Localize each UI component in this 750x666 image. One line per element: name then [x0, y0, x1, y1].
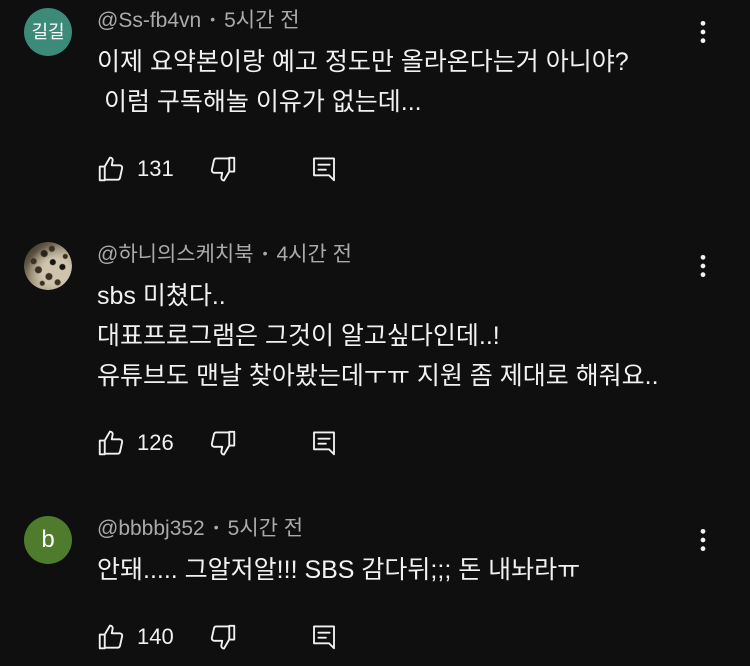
comment-text-line: sbs 미쳤다..	[97, 282, 226, 310]
comment-text-line: 이제 요약본이랑 예고 정도만 올라온다는거 아니야?	[97, 48, 629, 76]
more-options-button[interactable]	[690, 527, 716, 553]
like-button[interactable]	[96, 154, 126, 184]
comment-author[interactable]: @bbbbj352	[97, 517, 205, 540]
comment-author[interactable]: @Ss-fb4vn	[97, 9, 201, 32]
comment-header: @bbbbj352 • 5시간 전	[97, 508, 750, 550]
comment-list: 길길 @Ss-fb4vn • 5시간 전 이제 요약본이랑 예고 정도만 올라온다는…	[0, 0, 750, 666]
comment-text-line: 대표프로그램은 그것이 알고싶다인데..!	[97, 322, 500, 350]
more-vertical-icon	[700, 254, 706, 278]
page: { "colors": { "background": "#0f0f0f", "…	[0, 0, 750, 666]
comment-actions: 126	[97, 423, 697, 463]
comment-text-line: 이럼 구독해놀 이유가 없는데...	[97, 88, 422, 116]
more-options-button[interactable]	[690, 253, 716, 279]
comment-text-line: 유튜브도 맨날 찾아봤는데ㅜㅠ 지원 좀 제대로 해줘요..	[97, 362, 659, 390]
reply-button[interactable]	[309, 154, 339, 184]
thumbs-up-icon	[98, 624, 124, 650]
comment-time: 5시간 전	[227, 517, 304, 540]
comment: 길길 @Ss-fb4vn • 5시간 전 이제 요약본이랑 예고 정도만 올라온다는…	[0, 0, 750, 234]
avatar-initials: 길길	[31, 22, 65, 42]
avatar[interactable]: b	[24, 516, 72, 564]
avatar[interactable]: 길길	[24, 8, 72, 56]
dislike-button[interactable]	[208, 428, 238, 458]
thumbs-up-icon	[98, 156, 124, 182]
reply-icon	[313, 625, 335, 650]
like-count: 126	[137, 430, 174, 455]
comment-text: sbs 미쳤다.. 대표프로그램은 그것이 알고싶다인데..! 유튜브도 맨날 …	[97, 276, 697, 396]
comment: b @bbbbj352 • 5시간 전 안돼..... 그알저알!!! SBS 감다…	[0, 508, 750, 657]
comment-header: @Ss-fb4vn • 5시간 전	[97, 0, 750, 42]
comment-actions: 140	[97, 617, 697, 657]
reply-icon	[313, 431, 335, 456]
comment-text-line: 안돼..... 그알저알!!! SBS 감다뒤;;; 돈 내놔라ㅠ	[97, 556, 581, 584]
thumbs-down-icon	[210, 624, 236, 650]
dislike-button[interactable]	[208, 154, 238, 184]
meta-separator: •	[213, 519, 219, 536]
comment-time: 5시간 전	[224, 9, 300, 32]
reply-button[interactable]	[309, 428, 339, 458]
thumbs-down-icon	[210, 156, 236, 182]
avatar[interactable]	[24, 242, 72, 290]
thumbs-up-icon	[98, 430, 124, 456]
reply-button[interactable]	[309, 622, 339, 652]
like-button[interactable]	[96, 622, 126, 652]
more-vertical-icon	[700, 528, 706, 552]
comment-actions: 131	[97, 149, 697, 189]
comment-header: @하니의스케치북 • 4시간 전	[97, 234, 750, 276]
dislike-button[interactable]	[208, 622, 238, 652]
comment-time: 4시간 전	[276, 243, 352, 266]
like-count: 131	[137, 156, 174, 181]
avatar-image	[24, 242, 72, 290]
reply-icon	[313, 157, 335, 182]
comment-author[interactable]: @하니의스케치북	[97, 243, 254, 266]
comment-text: 이제 요약본이랑 예고 정도만 올라온다는거 아니야? 이럼 구독해놀 이유가 …	[97, 42, 697, 122]
comment-text: 안돼..... 그알저알!!! SBS 감다뒤;;; 돈 내놔라ㅠ	[97, 550, 697, 590]
avatar-initials: b	[41, 526, 55, 553]
more-vertical-icon	[700, 20, 706, 44]
comment: @하니의스케치북 • 4시간 전 sbs 미쳤다.. 대표프로그램은 그것이 알고싶…	[0, 234, 750, 508]
more-options-button[interactable]	[690, 19, 716, 45]
thumbs-down-icon	[210, 430, 236, 456]
like-button[interactable]	[96, 428, 126, 458]
meta-separator: •	[210, 11, 216, 28]
like-count: 140	[137, 624, 174, 649]
meta-separator: •	[262, 245, 268, 262]
